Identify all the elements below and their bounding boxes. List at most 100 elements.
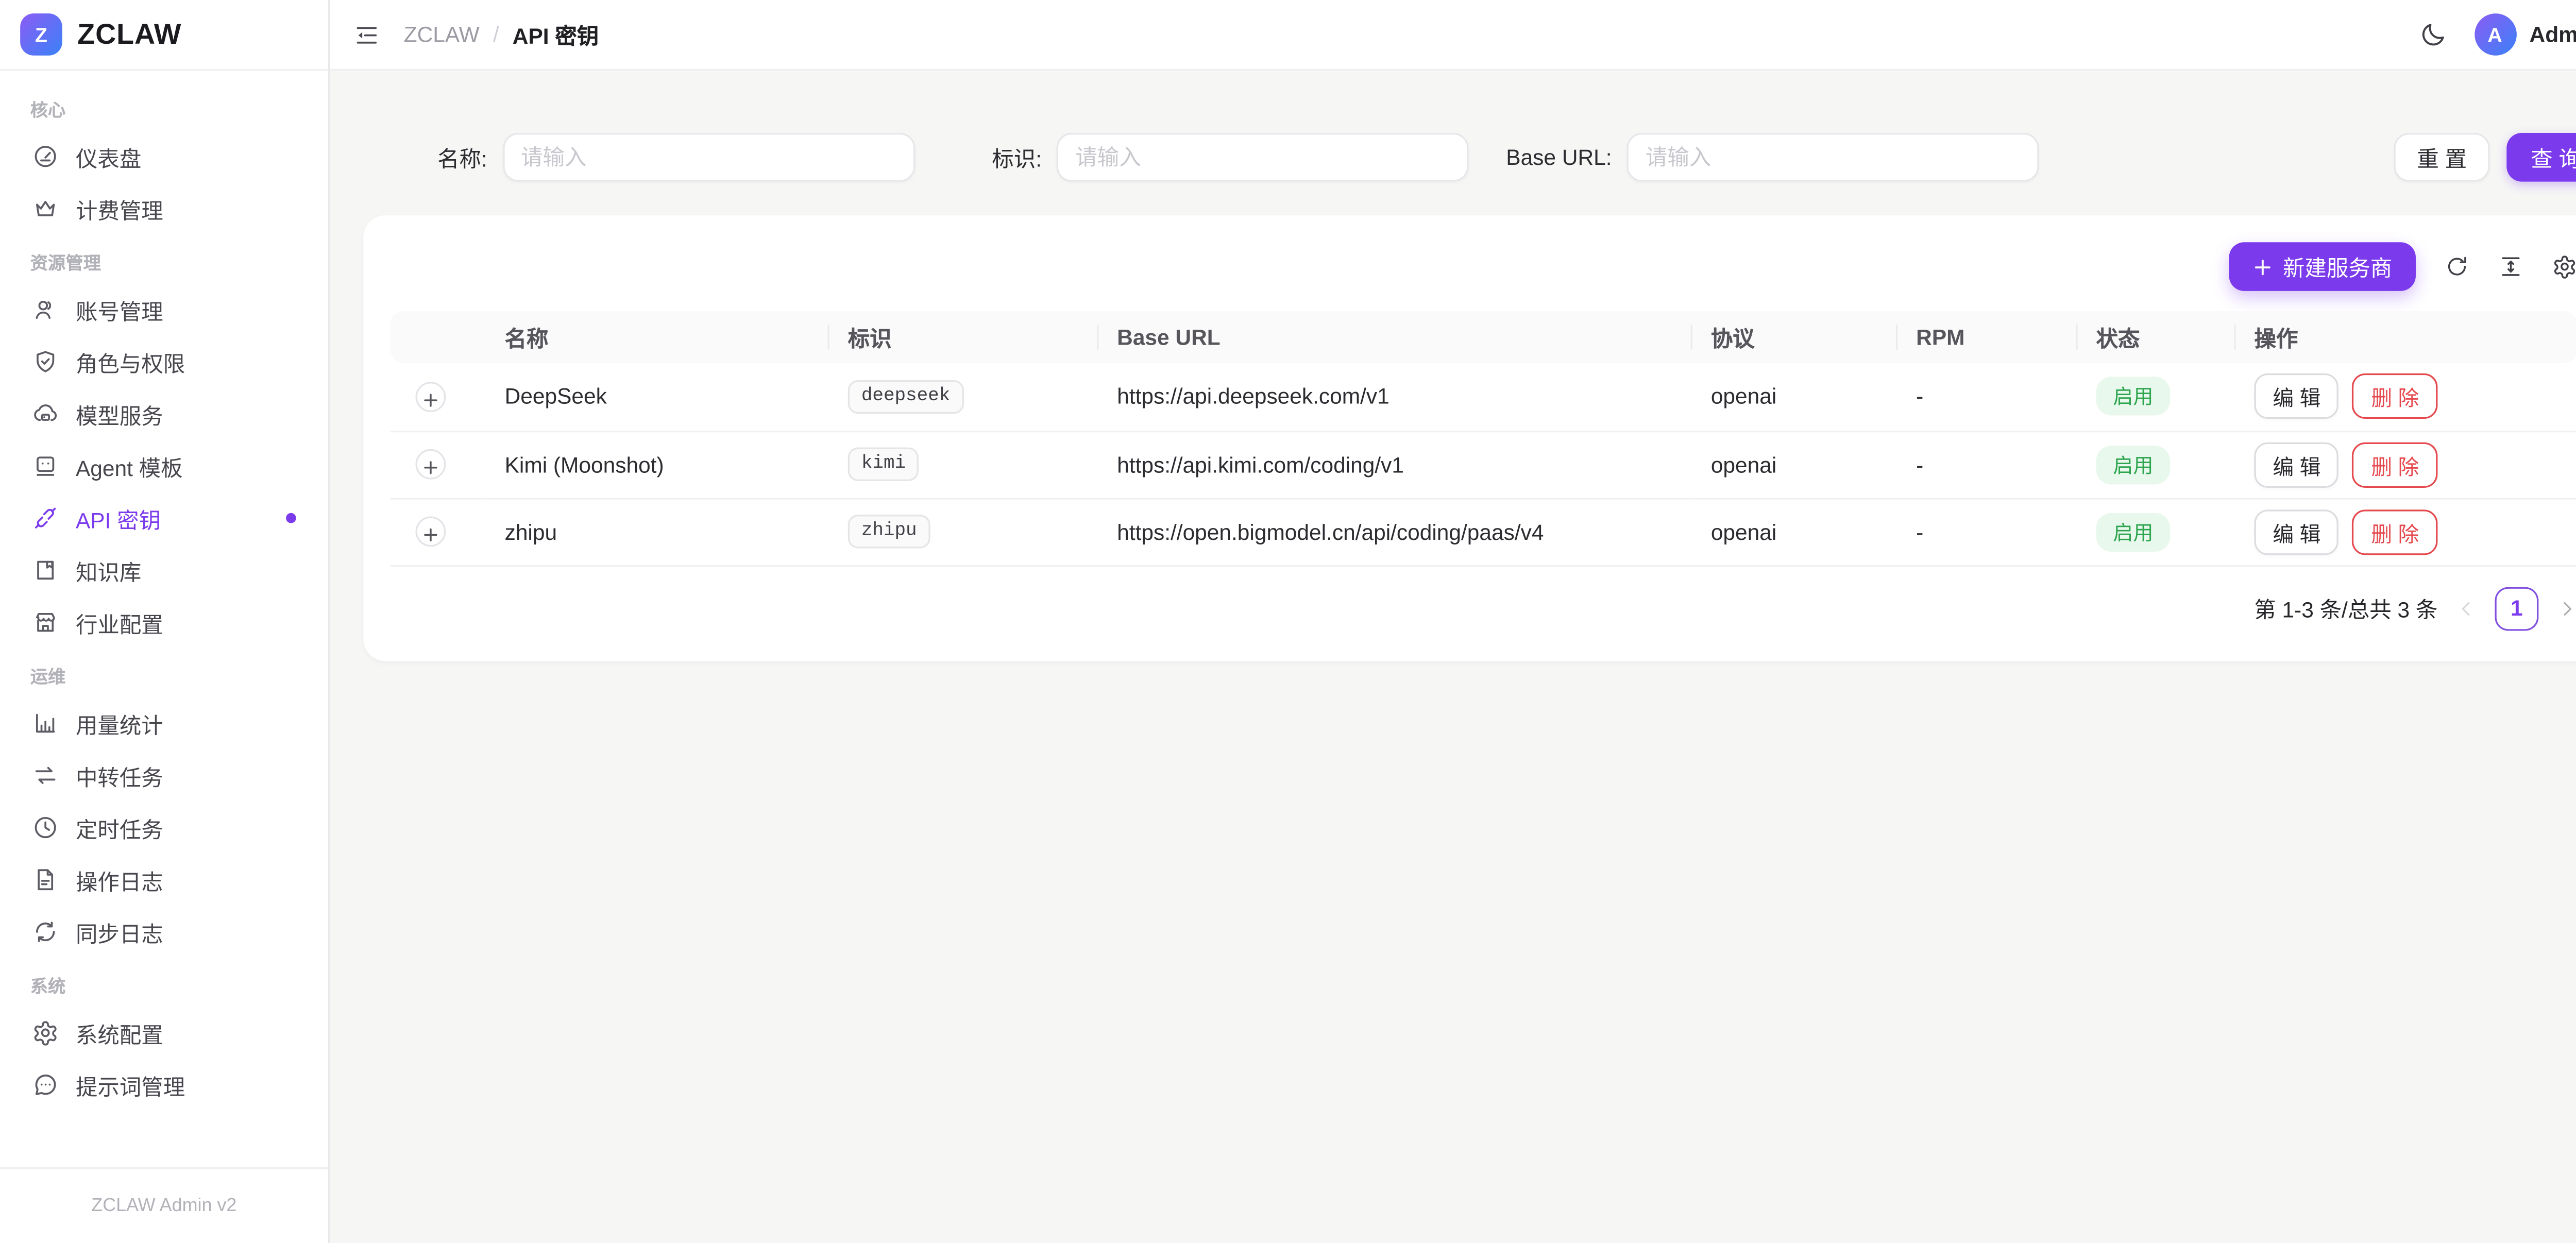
provider-slug-tag: zhipu xyxy=(848,515,930,548)
pagination-page-1[interactable]: 1 xyxy=(2495,586,2538,630)
sidebar-item-relay-tasks[interactable]: 中转任务 xyxy=(20,750,308,801)
sidebar-item-accounts[interactable]: 账号管理 xyxy=(20,284,308,335)
breadcrumb-root[interactable]: ZCLAW xyxy=(404,22,480,47)
edit-button[interactable]: 编 辑 xyxy=(2255,509,2340,554)
expand-row-button[interactable] xyxy=(416,449,446,480)
filter-bar: 名称: 标识: Base URL: 重 置 查 询 xyxy=(363,133,2576,182)
menu-fold-icon[interactable] xyxy=(353,21,380,48)
column-height-icon[interactable] xyxy=(2498,254,2523,279)
col-status: 状态 xyxy=(2076,311,2234,363)
sidebar-item-billing[interactable]: 计费管理 xyxy=(20,183,308,234)
sidebar-item-sync-logs[interactable]: 同步日志 xyxy=(20,907,308,957)
expand-row-button[interactable] xyxy=(416,516,446,547)
file-text-icon xyxy=(32,866,59,893)
name-filter-input[interactable] xyxy=(502,133,914,182)
moon-icon[interactable] xyxy=(2418,20,2447,49)
sidebar-item-industry-config[interactable]: 行业配置 xyxy=(20,597,308,648)
edit-button[interactable]: 编 辑 xyxy=(2255,374,2340,419)
sidebar-item-operation-logs[interactable]: 操作日志 xyxy=(20,855,308,905)
slug-filter-input[interactable] xyxy=(1057,133,1469,182)
status-badge: 启用 xyxy=(2096,377,2171,416)
pagination: 第 1-3 条/总共 3 条 1 xyxy=(391,586,2576,633)
sidebar-item-dashboard[interactable]: 仪表盘 xyxy=(20,131,308,182)
sidebar-item-prompt-management[interactable]: 提示词管理 xyxy=(20,1060,308,1110)
delete-button[interactable]: 删 除 xyxy=(2352,509,2437,554)
table-row: Kimi (Moonshot) kimi https://api.kimi.co… xyxy=(391,431,2576,498)
col-name: 名称 xyxy=(484,311,827,363)
nav-section-system: 系统 xyxy=(20,974,308,999)
plus-icon xyxy=(422,388,439,405)
sidebar-item-label: 知识库 xyxy=(76,554,141,586)
gauge-icon xyxy=(32,143,59,170)
app-title: ZCLAW xyxy=(77,18,181,51)
shield-check-icon xyxy=(32,348,59,375)
sidebar-item-label: 仪表盘 xyxy=(76,141,141,173)
nav-section-ops: 运维 xyxy=(20,665,308,690)
plus-icon xyxy=(422,456,439,473)
col-protocol: 协议 xyxy=(1691,311,1896,363)
sidebar-item-usage-stats[interactable]: 用量统计 xyxy=(20,698,308,748)
create-provider-button[interactable]: 新建服务商 xyxy=(2229,242,2416,291)
breadcrumb: ZCLAW / API 密钥 xyxy=(404,19,599,50)
cloud-server-icon xyxy=(32,400,59,427)
message-icon xyxy=(32,1071,59,1098)
sidebar-item-label: 同步日志 xyxy=(76,916,163,948)
table-row: zhipu zhipu https://open.bigmodel.cn/api… xyxy=(391,498,2576,566)
plug-icon xyxy=(32,505,59,532)
reset-button[interactable]: 重 置 xyxy=(2394,133,2490,182)
provider-rpm: - xyxy=(1896,498,2076,566)
sidebar-item-label: 计费管理 xyxy=(76,193,163,225)
col-expand xyxy=(391,311,485,363)
plus-icon xyxy=(2252,257,2273,277)
bar-chart-icon xyxy=(32,710,59,737)
provider-base-url: https://open.bigmodel.cn/api/coding/paas… xyxy=(1097,498,1691,566)
slug-filter-label: 标识: xyxy=(992,141,1042,173)
user-name: Admin xyxy=(2530,22,2576,47)
sidebar-item-knowledge-base[interactable]: 知识库 xyxy=(20,545,308,595)
sidebar-item-label: 账号管理 xyxy=(76,294,163,326)
status-badge: 启用 xyxy=(2096,445,2171,484)
providers-table: 名称 标识 Base URL 协议 RPM 状态 操作 xyxy=(391,311,2576,566)
sidebar-item-label: 模型服务 xyxy=(76,398,163,430)
sidebar-item-models[interactable]: 模型服务 xyxy=(20,388,308,439)
provider-protocol: openai xyxy=(1691,431,1896,498)
sidebar-item-label: 角色与权限 xyxy=(76,346,185,378)
pagination-next-icon[interactable] xyxy=(2557,598,2576,618)
create-provider-label: 新建服务商 xyxy=(2283,251,2392,283)
filter-group-name: 名称: xyxy=(437,133,914,182)
base-url-filter-label: Base URL: xyxy=(1506,145,1612,170)
sidebar-item-api-keys[interactable]: API 密钥 xyxy=(20,493,308,543)
top-header: ZCLAW / API 密钥 A Admin xyxy=(330,0,2576,71)
provider-protocol: openai xyxy=(1691,363,1896,431)
sidebar-item-label: 提示词管理 xyxy=(76,1069,185,1101)
nav-section-core: 核心 xyxy=(20,97,308,123)
table-settings-gear-icon[interactable] xyxy=(2552,254,2576,279)
filter-group-base-url: Base URL: xyxy=(1506,133,2039,182)
active-indicator-dot xyxy=(286,513,296,523)
table-header-row: 名称 标识 Base URL 协议 RPM 状态 操作 xyxy=(391,311,2576,363)
pagination-prev-icon[interactable] xyxy=(2456,598,2476,618)
refresh-icon[interactable] xyxy=(2444,254,2469,279)
col-slug: 标识 xyxy=(828,311,1097,363)
sync-icon xyxy=(32,918,59,945)
col-rpm: RPM xyxy=(1896,311,2076,363)
breadcrumb-separator: / xyxy=(493,22,499,47)
sidebar-item-label: Agent 模板 xyxy=(76,450,183,482)
sidebar-item-agent-templates[interactable]: Agent 模板 xyxy=(20,441,308,491)
search-button[interactable]: 查 询 xyxy=(2507,133,2576,182)
expand-row-button[interactable] xyxy=(416,381,446,412)
pagination-summary: 第 1-3 条/总共 3 条 xyxy=(2254,592,2437,624)
provider-base-url: https://api.kimi.com/coding/v1 xyxy=(1097,431,1691,498)
user-menu[interactable]: A Admin xyxy=(2474,13,2576,56)
app-window: Z ZCLAW 核心 仪表盘 计费管理 资源管理 xyxy=(0,0,2576,1243)
name-filter-label: 名称: xyxy=(437,141,487,173)
delete-button[interactable]: 删 除 xyxy=(2352,441,2437,487)
edit-button[interactable]: 编 辑 xyxy=(2255,441,2340,487)
delete-button[interactable]: 删 除 xyxy=(2352,374,2437,419)
sidebar-item-scheduled-tasks[interactable]: 定时任务 xyxy=(20,803,308,853)
sidebar-item-system-config[interactable]: 系统配置 xyxy=(20,1008,308,1058)
col-base-url: Base URL xyxy=(1097,311,1691,363)
base-url-filter-input[interactable] xyxy=(1627,133,2039,182)
sidebar-item-roles[interactable]: 角色与权限 xyxy=(20,336,308,387)
provider-name: zhipu xyxy=(484,498,827,566)
